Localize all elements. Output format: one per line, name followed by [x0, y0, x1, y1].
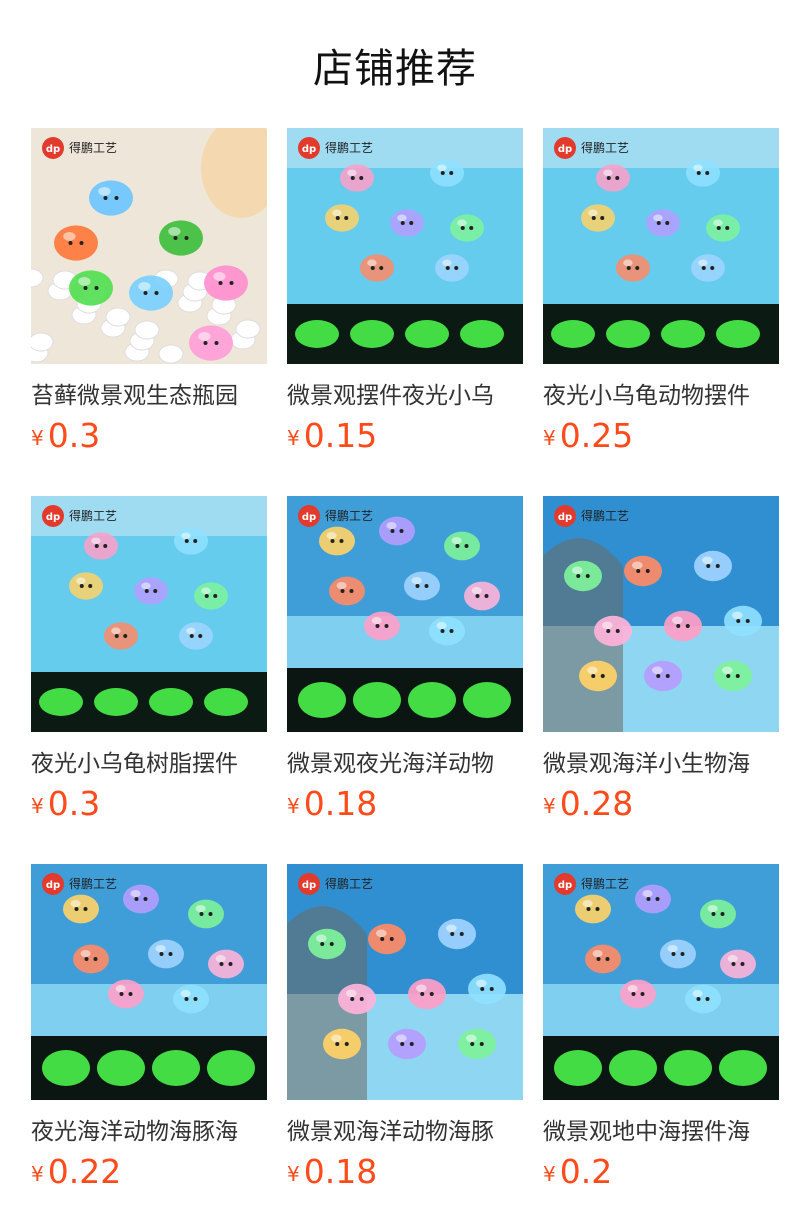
product-name[interactable]: 微景观海洋小生物海	[543, 744, 779, 778]
product-card[interactable]: dp 得鹏工艺 夜光小乌龟树脂摆件 ¥0.3	[31, 496, 267, 826]
price-amount: 0.3	[47, 416, 101, 455]
currency-symbol: ¥	[31, 794, 44, 818]
product-card[interactable]: dp 得鹏工艺 夜光小乌龟动物摆件 ¥0.25	[543, 128, 779, 458]
product-image[interactable]: dp 得鹏工艺	[543, 496, 779, 732]
product-card[interactable]: dp 得鹏工艺 微景观海洋小生物海 ¥0.28	[543, 496, 779, 826]
svg-text:dp: dp	[302, 880, 316, 891]
product-card[interactable]: dp 得鹏工艺 苔藓微景观生态瓶园 ¥0.3	[31, 128, 267, 458]
product-image[interactable]: dp 得鹏工艺	[31, 128, 267, 364]
product-image[interactable]: dp 得鹏工艺	[31, 864, 267, 1100]
product-price: ¥0.3	[31, 784, 267, 824]
svg-text:得鹏工艺: 得鹏工艺	[325, 876, 373, 891]
svg-text:得鹏工艺: 得鹏工艺	[325, 140, 373, 155]
svg-text:得鹏工艺: 得鹏工艺	[581, 140, 629, 155]
svg-text:得鹏工艺: 得鹏工艺	[69, 140, 117, 155]
product-image[interactable]: dp 得鹏工艺	[31, 496, 267, 732]
currency-symbol: ¥	[287, 794, 300, 818]
product-card[interactable]: dp 得鹏工艺 微景观夜光海洋动物 ¥0.18	[287, 496, 523, 826]
product-price: ¥0.25	[543, 416, 779, 456]
product-price: ¥0.15	[287, 416, 523, 456]
product-name[interactable]: 夜光小乌龟树脂摆件	[31, 744, 267, 778]
product-name[interactable]: 微景观摆件夜光小乌	[287, 376, 523, 410]
product-card[interactable]: dp 得鹏工艺 夜光海洋动物海豚海 ¥0.22	[31, 864, 267, 1194]
svg-text:得鹏工艺: 得鹏工艺	[69, 876, 117, 891]
product-name[interactable]: 微景观地中海摆件海	[543, 1112, 779, 1146]
svg-text:dp: dp	[46, 880, 60, 891]
currency-symbol: ¥	[543, 426, 556, 450]
svg-text:得鹏工艺: 得鹏工艺	[325, 508, 373, 523]
svg-text:得鹏工艺: 得鹏工艺	[69, 508, 117, 523]
product-card[interactable]: dp 得鹏工艺 微景观地中海摆件海 ¥0.2	[543, 864, 779, 1194]
price-amount: 0.18	[303, 784, 378, 823]
svg-text:dp: dp	[558, 512, 572, 523]
section-header: 店铺推荐	[0, 0, 790, 128]
product-card[interactable]: dp 得鹏工艺 微景观海洋动物海豚 ¥0.18	[287, 864, 523, 1194]
product-image[interactable]: dp 得鹏工艺	[287, 128, 523, 364]
product-grid: dp 得鹏工艺 苔藓微景观生态瓶园 ¥0.3 dp 得鹏工艺 微景观摆件夜光小乌 ¥…	[31, 128, 790, 1228]
svg-text:得鹏工艺: 得鹏工艺	[581, 876, 629, 891]
svg-text:dp: dp	[46, 144, 60, 155]
product-image[interactable]: dp 得鹏工艺	[287, 864, 523, 1100]
currency-symbol: ¥	[31, 1162, 44, 1186]
price-amount: 0.28	[559, 784, 634, 823]
price-amount: 0.2	[559, 1152, 613, 1191]
svg-text:得鹏工艺: 得鹏工艺	[581, 508, 629, 523]
price-amount: 0.22	[47, 1152, 122, 1191]
product-name[interactable]: 夜光海洋动物海豚海	[31, 1112, 267, 1146]
currency-symbol: ¥	[31, 426, 44, 450]
svg-text:dp: dp	[46, 512, 60, 523]
product-image[interactable]: dp 得鹏工艺	[287, 496, 523, 732]
price-amount: 0.3	[47, 784, 101, 823]
price-amount: 0.15	[303, 416, 378, 455]
product-name[interactable]: 微景观海洋动物海豚	[287, 1112, 523, 1146]
product-price: ¥0.3	[31, 416, 267, 456]
product-name[interactable]: 夜光小乌龟动物摆件	[543, 376, 779, 410]
product-price: ¥0.18	[287, 1152, 523, 1192]
price-amount: 0.18	[303, 1152, 378, 1191]
currency-symbol: ¥	[287, 426, 300, 450]
currency-symbol: ¥	[543, 794, 556, 818]
product-card[interactable]: dp 得鹏工艺 微景观摆件夜光小乌 ¥0.15	[287, 128, 523, 458]
price-amount: 0.25	[559, 416, 634, 455]
currency-symbol: ¥	[543, 1162, 556, 1186]
product-price: ¥0.18	[287, 784, 523, 824]
svg-text:dp: dp	[302, 144, 316, 155]
product-name[interactable]: 微景观夜光海洋动物	[287, 744, 523, 778]
currency-symbol: ¥	[287, 1162, 300, 1186]
product-name[interactable]: 苔藓微景观生态瓶园	[31, 376, 267, 410]
product-image[interactable]: dp 得鹏工艺	[543, 128, 779, 364]
product-price: ¥0.28	[543, 784, 779, 824]
svg-text:dp: dp	[558, 144, 572, 155]
svg-text:dp: dp	[558, 880, 572, 891]
product-image[interactable]: dp 得鹏工艺	[543, 864, 779, 1100]
section-title: 店铺推荐	[313, 46, 477, 92]
product-price: ¥0.22	[31, 1152, 267, 1192]
svg-text:dp: dp	[302, 512, 316, 523]
product-price: ¥0.2	[543, 1152, 779, 1192]
